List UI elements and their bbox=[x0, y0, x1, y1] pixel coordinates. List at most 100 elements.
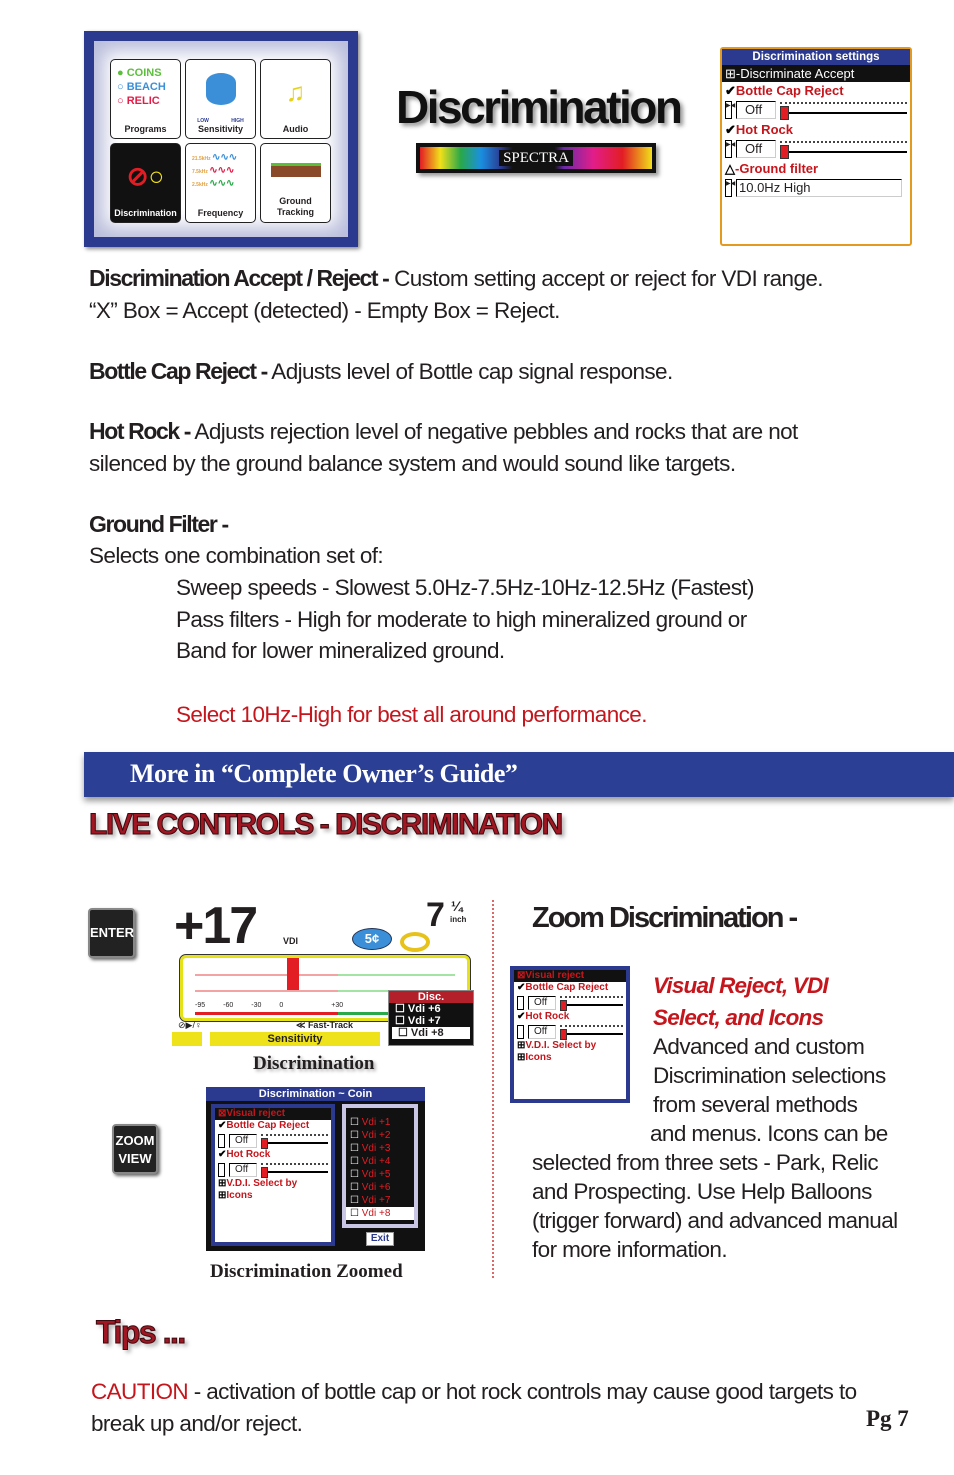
menu-item-bottle-cap[interactable]: ✔Bottle Cap Reject bbox=[722, 82, 910, 99]
bottle-cap-slider[interactable]: ▶◀ Off bbox=[722, 99, 910, 121]
bottle-cap-slider[interactable]: Off bbox=[215, 1132, 331, 1149]
slider-knob[interactable] bbox=[560, 1000, 567, 1011]
zoomed-screen-title: Discrimination ~ Coin bbox=[206, 1087, 425, 1101]
menu-item-bottle-cap[interactable]: ✔Bottle Cap Reject bbox=[514, 982, 626, 994]
text-line: selected from three sets - Park, Relic bbox=[532, 1150, 879, 1175]
ring-icon bbox=[400, 932, 430, 952]
enter-key[interactable]: ENTER bbox=[88, 908, 135, 958]
item-label: V.D.I. Select by bbox=[226, 1178, 298, 1189]
slider-track[interactable] bbox=[261, 1163, 328, 1178]
stepper-arrows-icon[interactable] bbox=[218, 1162, 225, 1177]
vdi-list-item[interactable]: ☐ Vdi +5 bbox=[346, 1168, 414, 1181]
tile-audio: ♫ Audio bbox=[260, 59, 331, 139]
vdi-list-item[interactable]: ☐ Vdi +2 bbox=[346, 1129, 414, 1142]
zoom-view-key[interactable]: ZOOM VIEW bbox=[112, 1124, 158, 1174]
exit-button[interactable]: Exit bbox=[366, 1232, 394, 1246]
scale-tick: -60 bbox=[223, 1002, 234, 1009]
slider-value: Off bbox=[229, 1162, 257, 1177]
menu-item-icons[interactable]: ⊞Icons bbox=[514, 1052, 626, 1064]
panel-title: Discrimination settings bbox=[722, 49, 910, 65]
disc-item[interactable]: ☐ Vdi +7 bbox=[389, 1015, 473, 1027]
caution-label: CAUTION bbox=[91, 1379, 189, 1404]
menu-item-hot-rock[interactable]: ✔Hot Rock bbox=[514, 1011, 626, 1023]
live-screen-caption: Discrimination bbox=[253, 1053, 375, 1074]
hot-rock-slider[interactable]: Off bbox=[215, 1161, 331, 1178]
ground-filter-select[interactable]: ▶◀ 10.0Hz High bbox=[722, 177, 910, 199]
item-label: Bottle Cap Reject bbox=[525, 982, 609, 993]
tile-label: Audio bbox=[282, 124, 309, 134]
menu-item-vdi-select[interactable]: ⊞V.D.I. Select by bbox=[215, 1178, 331, 1190]
checkbox-icon[interactable]: ☐ bbox=[350, 1169, 362, 1180]
checkbox-icon[interactable]: ☐ bbox=[350, 1195, 362, 1206]
key-label: ZOOM bbox=[115, 1133, 155, 1148]
checkbox-icon[interactable]: ☐ bbox=[350, 1208, 362, 1219]
stepper-arrows-icon[interactable]: ▶◀ bbox=[725, 140, 735, 158]
owners-guide-banner: More in “Complete Owner’s Guide” bbox=[84, 752, 954, 797]
vdi-list-item[interactable]: ☐ Vdi +4 bbox=[346, 1155, 414, 1168]
program-relic: ○ RELIC bbox=[117, 95, 160, 107]
hot-rock-slider[interactable]: ▶◀ Off bbox=[722, 138, 910, 160]
zoom-description-top: Advanced and custom Discrimination selec… bbox=[650, 1032, 888, 1148]
tile-label: Programs bbox=[124, 124, 167, 134]
checkbox-icon[interactable]: ☐ bbox=[350, 1143, 362, 1154]
slider-knob[interactable] bbox=[780, 106, 789, 120]
bottle-cap-slider[interactable]: Off bbox=[514, 994, 626, 1011]
checkbox-icon[interactable]: ☐ bbox=[350, 1117, 362, 1128]
sensitivity-bar: Sensitivity bbox=[210, 1032, 380, 1046]
discrimination-settings-panel: Discrimination settings ⊞-Discriminate A… bbox=[720, 47, 912, 246]
exit-label: Exit bbox=[370, 1233, 390, 1244]
menu-item-ground-filter[interactable]: △-Ground filter bbox=[722, 160, 910, 177]
slider-track[interactable] bbox=[780, 141, 907, 159]
menu-item-bottle-cap[interactable]: ✔Bottle Cap Reject bbox=[215, 1120, 331, 1132]
stepper-arrows-icon[interactable] bbox=[517, 1024, 524, 1039]
depth-fraction: ¼ bbox=[451, 898, 463, 914]
vdi-list-item[interactable]: ☐ Vdi +3 bbox=[346, 1142, 414, 1155]
disc-item[interactable]: ☐ Vdi +6 bbox=[389, 1003, 473, 1015]
menu-item-hot-rock[interactable]: ✔Hot Rock bbox=[722, 121, 910, 138]
stepper-arrows-icon[interactable]: ▶◀ bbox=[725, 179, 735, 197]
stepper-arrows-icon[interactable] bbox=[218, 1133, 225, 1148]
zoom-description-bottom: selected from three sets - Park, Relic a… bbox=[532, 1148, 898, 1264]
vdi-list-item[interactable]: ☐ Vdi +1 bbox=[346, 1116, 414, 1129]
menu-item-visual-reject[interactable]: ⊠Visual reject bbox=[514, 970, 626, 982]
slider-track[interactable] bbox=[261, 1134, 328, 1149]
program-label: COINS bbox=[126, 67, 162, 79]
menu-item-visual-reject[interactable]: ⊠Visual reject bbox=[215, 1108, 331, 1120]
column-divider bbox=[492, 900, 494, 1278]
slider-knob[interactable] bbox=[261, 1138, 268, 1149]
ground-filter-options: Sweep speeds - Slowest 5.0Hz-7.5Hz-10Hz-… bbox=[89, 572, 754, 667]
slider-value: Off bbox=[736, 140, 776, 158]
tile-discrimination: ⊘ ○ Discrimination bbox=[110, 143, 181, 223]
vdi-label: Vdi +4 bbox=[361, 1156, 391, 1167]
menu-item-discriminate-accept[interactable]: ⊞-Discriminate Accept bbox=[722, 65, 910, 82]
scale-tick: -95 bbox=[195, 1002, 206, 1009]
text-line: from several methods bbox=[653, 1092, 858, 1117]
vdi-list-item[interactable]: ☐ Vdi +7 bbox=[346, 1194, 414, 1207]
zoomed-screen: Discrimination ~ Coin ⊠Visual reject ✔Bo… bbox=[206, 1087, 425, 1251]
vdi-list-item[interactable]: ☐ Vdi +6 bbox=[346, 1181, 414, 1194]
stepper-arrows-icon[interactable]: ▶◀ bbox=[725, 101, 735, 119]
hot-rock-slider[interactable]: Off bbox=[514, 1023, 626, 1040]
disc-item[interactable]: ☐ Vdi +8 bbox=[392, 1027, 470, 1039]
section-heading: Bottle Cap Reject - bbox=[89, 358, 268, 384]
menu-item-vdi-select[interactable]: ⊞V.D.I. Select by bbox=[514, 1040, 626, 1052]
text-line: Band for lower mineralized ground. bbox=[176, 638, 505, 663]
stepper-arrows-icon[interactable] bbox=[517, 995, 524, 1010]
zoom-section-heading: Zoom Discrimination - bbox=[532, 902, 798, 934]
menu-item-icons[interactable]: ⊞Icons bbox=[215, 1190, 331, 1202]
tile-programs: ● COINS ○ BEACH ○ RELIC Programs bbox=[110, 59, 181, 139]
slider-knob[interactable] bbox=[261, 1167, 268, 1178]
slider-track[interactable] bbox=[560, 996, 623, 1011]
fast-track-label: ≪ Fast-Track bbox=[296, 1020, 353, 1030]
slider-track[interactable] bbox=[780, 102, 907, 120]
slider-track[interactable] bbox=[560, 1025, 623, 1040]
zoom-disc-panel: ⊠Visual reject ✔Bottle Cap Reject Off ✔H… bbox=[510, 966, 630, 1103]
menu-item-hot-rock[interactable]: ✔Hot Rock bbox=[215, 1149, 331, 1161]
checkbox-icon[interactable]: ☐ bbox=[350, 1182, 362, 1193]
page-title: Discrimination bbox=[396, 81, 683, 133]
slider-knob[interactable] bbox=[780, 145, 789, 159]
checkbox-icon[interactable]: ☐ bbox=[350, 1156, 362, 1167]
slider-knob[interactable] bbox=[560, 1029, 567, 1040]
vdi-list-item[interactable]: ☐ Vdi +8 bbox=[346, 1207, 414, 1220]
checkbox-icon[interactable]: ☐ bbox=[350, 1130, 362, 1141]
